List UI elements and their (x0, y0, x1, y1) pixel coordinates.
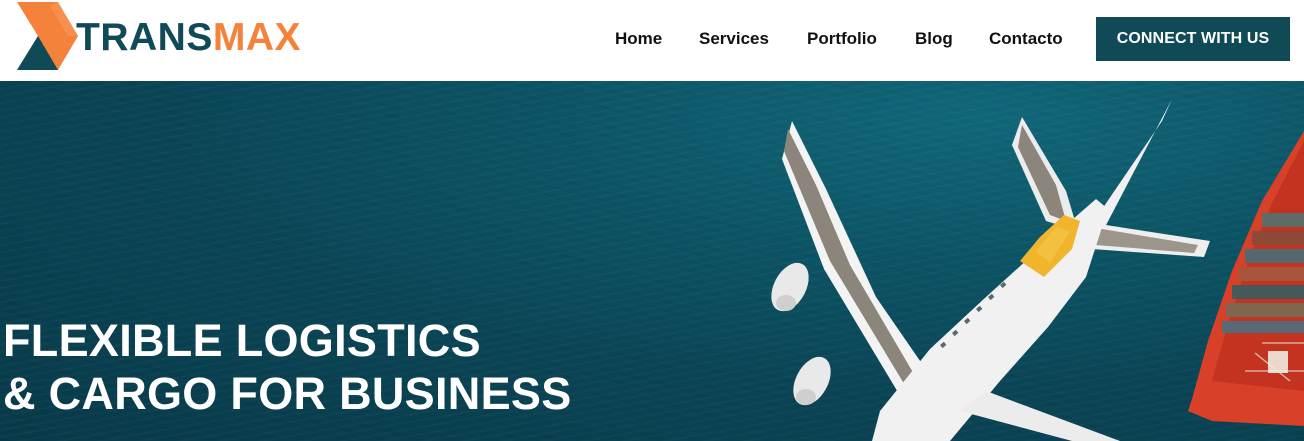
hero-headline: FLEXIBLE LOGISTICS & CARGO FOR BUSINESS (3, 314, 572, 420)
nav-link-contacto[interactable]: Contacto (989, 28, 1063, 50)
hero-headline-line2: & CARGO FOR BUSINESS (3, 368, 572, 419)
site-header: TRANSMAX Home Services Portfolio Blog Co… (0, 0, 1304, 81)
brand-name-part2: MAX (212, 16, 302, 59)
chevron-arrow-logo-icon (17, 2, 78, 70)
nav-link-home[interactable]: Home (615, 28, 662, 50)
brand-wordmark: TRANSMAX (76, 15, 301, 61)
nav-link-blog[interactable]: Blog (915, 28, 953, 50)
hero-banner: FLEXIBLE LOGISTICS & CARGO FOR BUSINESS (0, 81, 1304, 441)
hero-headline-line1: FLEXIBLE LOGISTICS (3, 315, 481, 366)
connect-with-us-button[interactable]: CONNECT WITH US (1096, 17, 1290, 61)
cargo-ship-illustration (1188, 131, 1304, 426)
brand-name-part1: TRANS (76, 16, 213, 59)
airplane-illustration (771, 99, 1210, 441)
brand-logo[interactable]: TRANSMAX (14, 2, 304, 74)
nav-link-services[interactable]: Services (699, 28, 769, 50)
nav-link-portfolio[interactable]: Portfolio (807, 28, 877, 50)
